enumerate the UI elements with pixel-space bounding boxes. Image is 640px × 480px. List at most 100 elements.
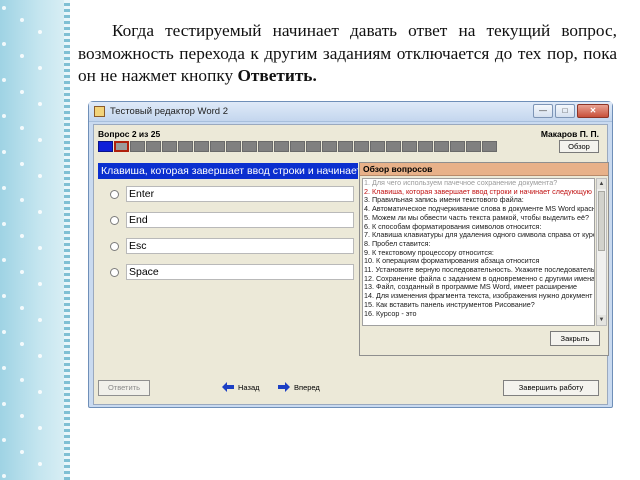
overview-close-button[interactable]: Закрыть: [550, 331, 600, 346]
answer-option[interactable]: Esc: [98, 235, 354, 261]
arrow-left-icon: [222, 382, 234, 392]
window-titlebar[interactable]: Тестовый редактор Word 2 — □ ✕: [89, 102, 612, 122]
paragraph-bold-button-name: Ответить.: [237, 66, 317, 85]
decorative-dot: [2, 150, 6, 154]
overview-item[interactable]: 3. Правильная запись имени текстового фа…: [363, 196, 594, 205]
answer-text[interactable]: Enter: [126, 186, 354, 202]
decorative-dot: [20, 162, 24, 166]
bottom-toolbar: Ответить Назад Вперед Завершить работу: [94, 370, 607, 404]
overview-item[interactable]: 7. Клавиша клавиатуры для удаления одног…: [363, 231, 594, 240]
progress-cell-14[interactable]: [306, 141, 321, 152]
progress-cell-13[interactable]: [290, 141, 305, 152]
progress-cell-24[interactable]: [466, 141, 481, 152]
decorative-dot: [2, 42, 6, 46]
progress-cell-16[interactable]: [338, 141, 353, 152]
answer-radio[interactable]: [110, 190, 119, 199]
decorative-side-band: [0, 0, 70, 480]
overview-item[interactable]: 2. Клавиша, которая завершает ввод строк…: [363, 188, 594, 197]
progress-cell-15[interactable]: [322, 141, 337, 152]
progress-cell-8[interactable]: [210, 141, 225, 152]
answer-option[interactable]: Space: [98, 261, 354, 287]
answer-option[interactable]: End: [98, 209, 354, 235]
progress-cell-2[interactable]: [114, 141, 129, 152]
progress-cell-11[interactable]: [258, 141, 273, 152]
progress-cell-19[interactable]: [386, 141, 401, 152]
decorative-dot: [38, 318, 42, 322]
scroll-thumb[interactable]: [598, 191, 605, 251]
decorative-dot: [2, 366, 6, 370]
progress-cell-5[interactable]: [162, 141, 177, 152]
instruction-paragraph: Когда тестируемый начинает давать ответ …: [78, 20, 617, 88]
maximize-button[interactable]: □: [555, 104, 575, 118]
decorative-dot: [2, 258, 6, 262]
close-button[interactable]: ✕: [577, 104, 609, 118]
scroll-up-icon[interactable]: ▲: [597, 179, 606, 189]
progress-cell-18[interactable]: [370, 141, 385, 152]
progress-cell-23[interactable]: [450, 141, 465, 152]
progress-cell-7[interactable]: [194, 141, 209, 152]
overview-list[interactable]: 1. Для чего используем пачечное сохранен…: [362, 178, 595, 326]
decorative-dot: [2, 222, 6, 226]
overview-item[interactable]: 9. К текстовому процессору относится:: [363, 249, 594, 258]
window-title: Тестовый редактор Word 2: [110, 106, 228, 117]
progress-cell-1[interactable]: [98, 141, 113, 152]
answer-text[interactable]: Space: [126, 264, 354, 280]
decorative-dot: [2, 78, 6, 82]
finish-test-button[interactable]: Завершить работу: [503, 380, 599, 396]
progress-cell-25[interactable]: [482, 141, 497, 152]
forward-button[interactable]: Вперед: [278, 382, 320, 392]
overview-item[interactable]: 8. Пробел ставится:: [363, 240, 594, 249]
minimize-button[interactable]: —: [533, 104, 553, 118]
overview-item[interactable]: 16. Курсор - это: [363, 310, 594, 319]
answer-radio[interactable]: [110, 216, 119, 225]
forward-label: Вперед: [294, 382, 320, 392]
answer-text[interactable]: Esc: [126, 238, 354, 254]
answer-text[interactable]: End: [126, 212, 354, 228]
answer-radio[interactable]: [110, 242, 119, 251]
progress-cell-4[interactable]: [146, 141, 161, 152]
overview-item[interactable]: 5. Можем ли мы обвести часть текста рамк…: [363, 214, 594, 223]
overview-panel: Обзор вопросов 1. Для чего используем па…: [359, 162, 609, 356]
overview-item[interactable]: 1. Для чего используем пачечное сохранен…: [363, 179, 594, 188]
overview-item[interactable]: 6. К способам форматирования символов от…: [363, 223, 594, 232]
overview-scrollbar[interactable]: ▲ ▼: [596, 178, 607, 326]
decorative-dot: [20, 378, 24, 382]
progress-cell-21[interactable]: [418, 141, 433, 152]
decorative-seam: [64, 0, 70, 480]
progress-cell-3[interactable]: [130, 141, 145, 152]
answer-list: Enter End Esc Space: [98, 183, 354, 287]
decorative-dot: [20, 54, 24, 58]
back-button[interactable]: Назад: [222, 382, 260, 392]
decorative-dot: [38, 138, 42, 142]
progress-cell-22[interactable]: [434, 141, 449, 152]
decorative-dot: [38, 426, 42, 430]
decorative-dot: [20, 342, 24, 346]
overview-title: Обзор вопросов: [360, 163, 608, 176]
progress-cell-10[interactable]: [242, 141, 257, 152]
overview-item[interactable]: 4. Автоматическое подчеркивание слова в …: [363, 205, 594, 214]
decorative-dot: [20, 18, 24, 22]
question-text: Клавиша, которая завершает ввод строки и…: [98, 163, 358, 179]
progress-cell-6[interactable]: [178, 141, 193, 152]
decorative-dot: [2, 114, 6, 118]
progress-cell-9[interactable]: [226, 141, 241, 152]
overview-item[interactable]: 14. Для изменения фрагмента текста, изоб…: [363, 292, 594, 301]
progress-cell-12[interactable]: [274, 141, 289, 152]
overview-item[interactable]: 11. Установите верную последовательность…: [363, 266, 594, 275]
overview-item[interactable]: 10. К операциям форматирования абзаца от…: [363, 257, 594, 266]
decorative-dot: [38, 390, 42, 394]
progress-cell-17[interactable]: [354, 141, 369, 152]
scroll-down-icon[interactable]: ▼: [597, 315, 606, 325]
arrow-right-icon: [278, 382, 290, 392]
progress-cell-20[interactable]: [402, 141, 417, 152]
overview-item[interactable]: 15. Как вставить панель инструментов Рис…: [363, 301, 594, 310]
overview-item[interactable]: 12. Сохранение файла с заданием в одновр…: [363, 275, 594, 284]
overview-button[interactable]: Обзор: [559, 140, 599, 153]
answer-radio[interactable]: [110, 268, 119, 277]
decorative-dot: [2, 474, 6, 478]
decorative-dot: [38, 66, 42, 70]
paragraph-text: Когда тестируемый начинает давать ответ …: [78, 21, 617, 85]
answer-option[interactable]: Enter: [98, 183, 354, 209]
overview-item[interactable]: 13. Файл, созданный в программе MS Word,…: [363, 283, 594, 292]
answer-button[interactable]: Ответить: [98, 380, 150, 396]
